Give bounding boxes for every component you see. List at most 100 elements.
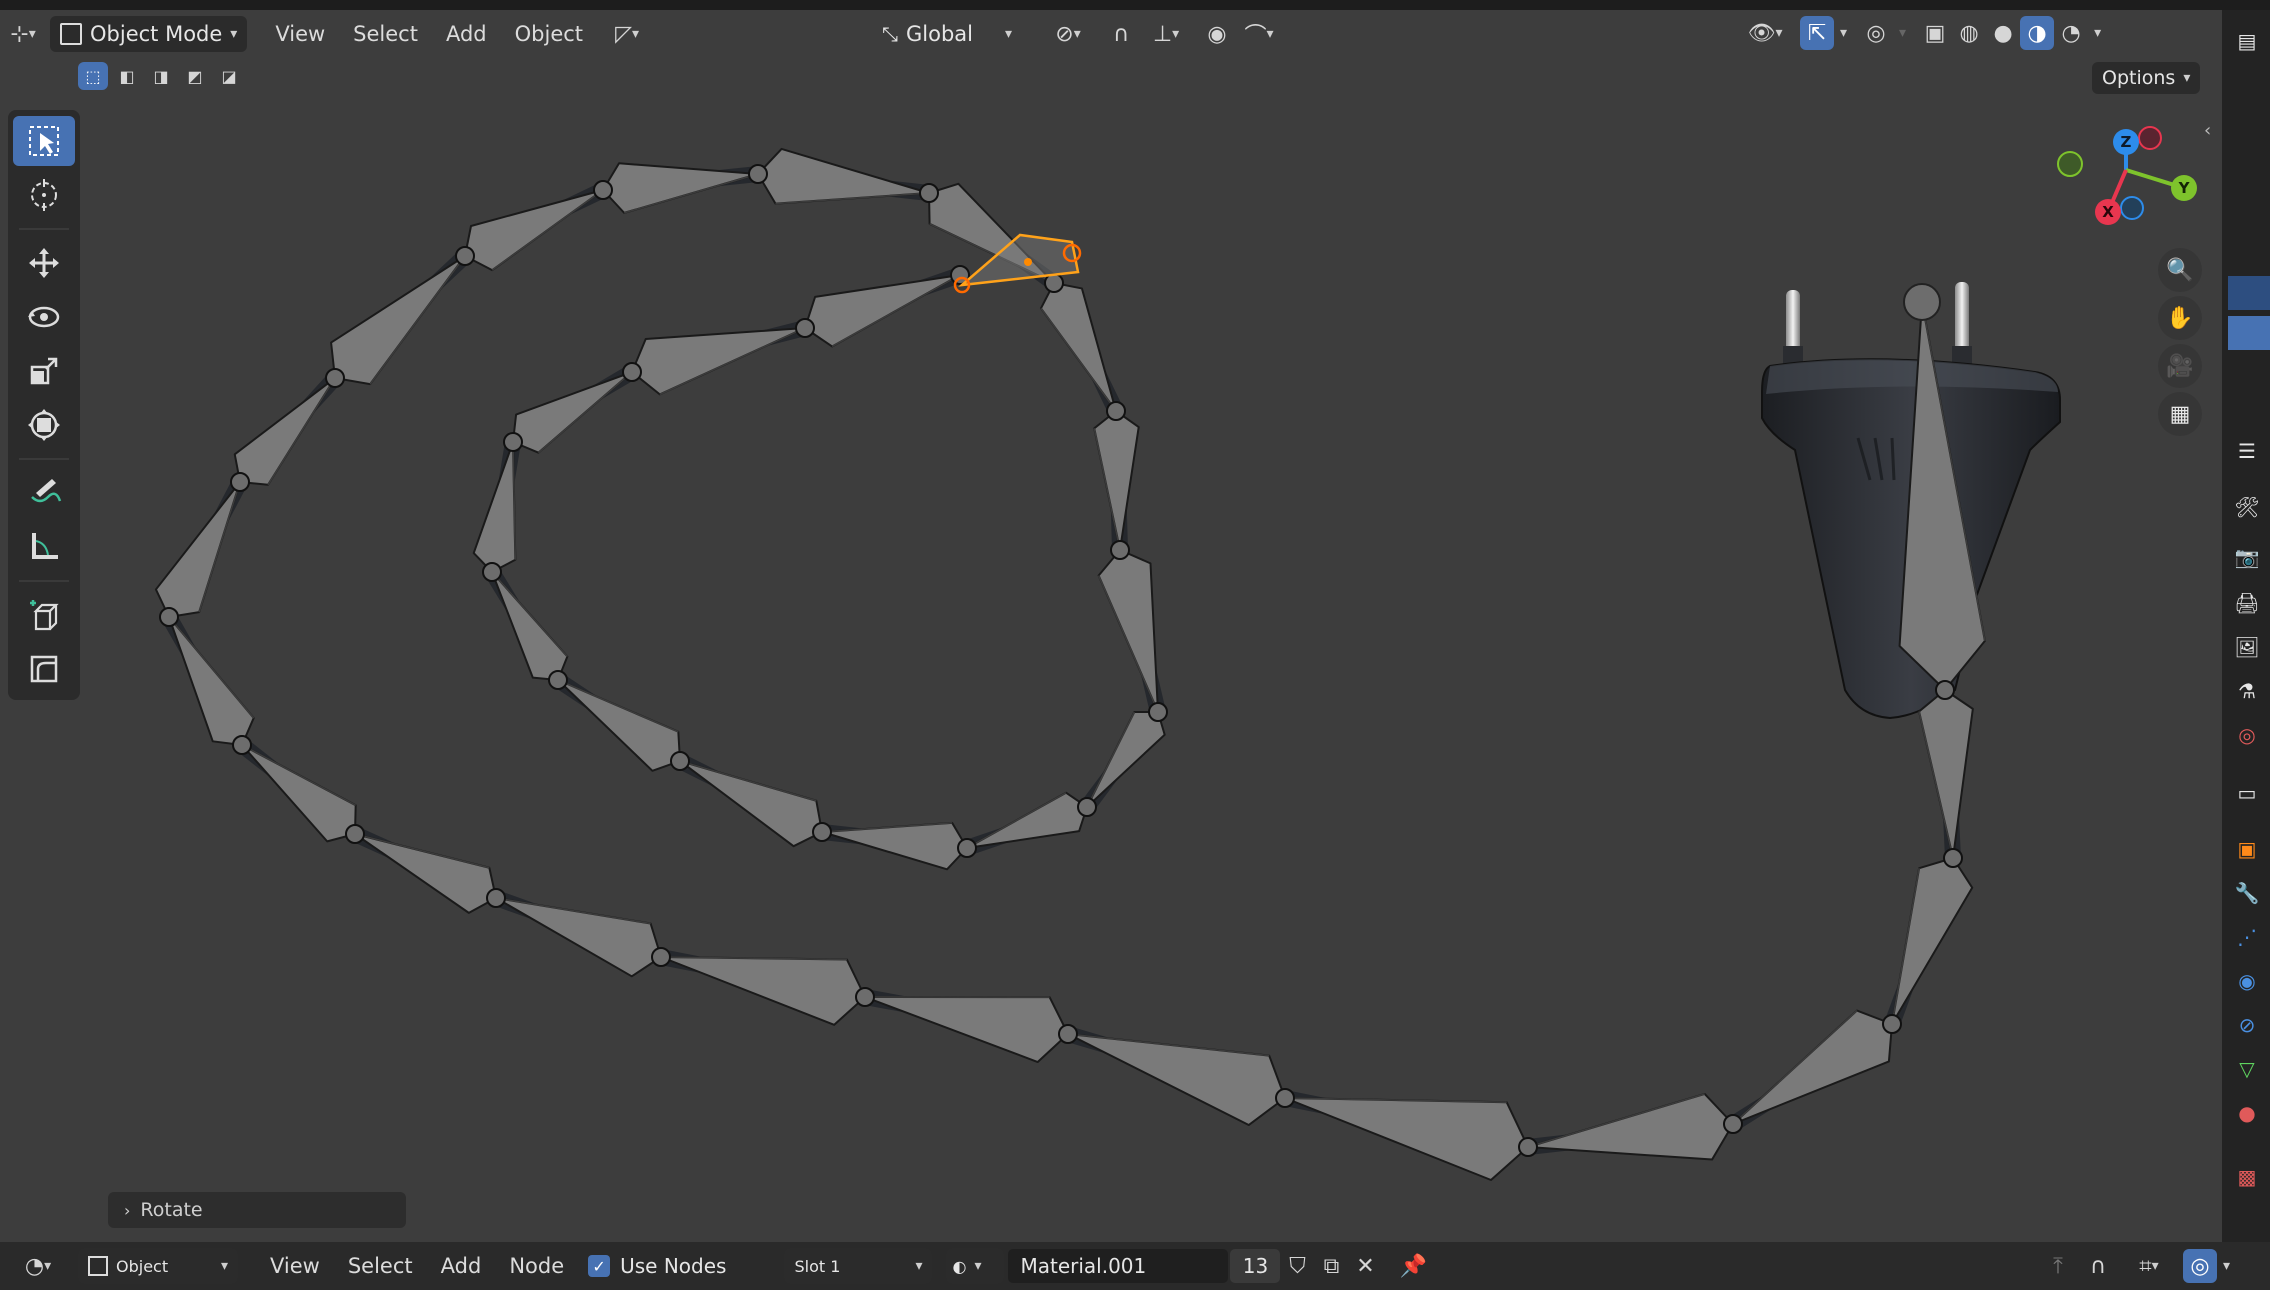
collection-properties-icon[interactable]: ▭ xyxy=(2230,776,2264,810)
bone[interactable] xyxy=(660,956,866,1026)
rotate-tool[interactable] xyxy=(13,292,75,342)
bone[interactable] xyxy=(1039,282,1117,412)
bone[interactable] xyxy=(679,760,823,848)
bone[interactable] xyxy=(804,274,961,348)
overlays-icon[interactable]: ◎ xyxy=(1859,16,1893,50)
select-new-icon[interactable]: ⬚ xyxy=(78,62,108,90)
unlink-close-icon[interactable]: ✕ xyxy=(1348,1249,1382,1283)
menu-view[interactable]: View xyxy=(256,1248,334,1284)
bone-joint[interactable] xyxy=(748,164,768,184)
bone-joint[interactable] xyxy=(622,362,642,382)
bone-joint[interactable] xyxy=(670,751,690,771)
bone-joint[interactable] xyxy=(1044,273,1064,293)
tool-properties-icon[interactable]: 🛠 xyxy=(2230,490,2264,524)
last-operator-panel[interactable]: › Rotate xyxy=(108,1192,406,1228)
camera-view-icon[interactable]: 🎥 xyxy=(2158,344,2202,388)
armature-bones[interactable] xyxy=(154,147,1986,1181)
proportional-editing-icon[interactable]: ◉ xyxy=(1200,17,1234,51)
select-box-tool[interactable] xyxy=(13,116,75,166)
select-subtract-icon[interactable]: ◨ xyxy=(146,62,176,90)
bone[interactable] xyxy=(472,441,517,573)
snap-element-icon[interactable]: ⌗ ▾ xyxy=(2121,1249,2177,1283)
cursor-tool[interactable] xyxy=(13,170,75,220)
bone[interactable] xyxy=(491,571,569,681)
falloff-icon[interactable]: ⌒ ▾ xyxy=(1234,17,1284,51)
move-tool[interactable] xyxy=(13,238,75,288)
menu-object[interactable]: Object xyxy=(501,16,597,52)
bone-joint[interactable] xyxy=(1077,797,1097,817)
snap-icon[interactable]: ∩ xyxy=(1104,17,1138,51)
bone-joint[interactable] xyxy=(855,987,875,1007)
modifier-properties-icon[interactable]: 🔧 xyxy=(2230,876,2264,910)
bone-joint[interactable] xyxy=(1110,540,1130,560)
chevron-down-icon[interactable]: ▾ xyxy=(1899,25,1906,41)
snap-icon[interactable]: ∩ xyxy=(2081,1249,2115,1283)
constraints-icon[interactable]: ⊘ xyxy=(2230,1008,2264,1042)
gizmos-icon[interactable]: ⇱ xyxy=(1800,16,1834,50)
bone[interactable] xyxy=(966,791,1088,849)
bone-joint[interactable] xyxy=(455,246,475,266)
material-properties-icon[interactable]: ● xyxy=(2230,1096,2264,1130)
duplicate-material-icon[interactable]: ⧉ xyxy=(1314,1249,1348,1283)
bone-joint[interactable] xyxy=(1275,1088,1295,1108)
bone-joint[interactable] xyxy=(795,318,815,338)
bone[interactable] xyxy=(154,481,241,618)
editor-type-icon[interactable]: ◔ ▾ xyxy=(10,1249,66,1283)
bone[interactable] xyxy=(1527,1092,1734,1161)
visibility-icon[interactable]: 👁 ▾ xyxy=(1738,16,1792,50)
checkmark-icon[interactable]: ✓ xyxy=(588,1255,611,1277)
rendered-shading-icon[interactable]: ◔ xyxy=(2054,16,2088,50)
bone[interactable] xyxy=(495,897,662,978)
bone[interactable] xyxy=(512,371,633,454)
shear-tool[interactable] xyxy=(13,644,75,694)
bone-joint[interactable] xyxy=(503,432,523,452)
navigation-gizmo[interactable]: Z Y X xyxy=(2057,126,2197,225)
bone-joint[interactable] xyxy=(919,183,939,203)
view-layer-icon[interactable]: 🖼 xyxy=(2230,630,2264,664)
select-intersect-icon[interactable]: ◪ xyxy=(214,62,244,90)
bone[interactable] xyxy=(1093,410,1140,551)
bone-joint[interactable] xyxy=(159,607,179,627)
bone[interactable] xyxy=(241,744,357,843)
object-data-icon[interactable]: ▽ xyxy=(2230,1052,2264,1086)
bone-joint[interactable] xyxy=(482,562,502,582)
bone-joint[interactable] xyxy=(232,735,252,755)
output-properties-icon[interactable]: 🖨 xyxy=(2230,586,2264,620)
perspective-grid-icon[interactable]: ▦ xyxy=(2158,392,2202,436)
bone-joint[interactable] xyxy=(1148,702,1168,722)
sidebar-toggle-icon[interactable]: ‹ xyxy=(2204,120,2211,141)
bone[interactable] xyxy=(1067,1033,1286,1127)
bone-joint[interactable] xyxy=(1058,1024,1078,1044)
bone-joint[interactable] xyxy=(230,472,250,492)
wireframe-shading-icon[interactable]: ◍ xyxy=(1952,16,1986,50)
use-nodes-toggle[interactable]: ✓ Use Nodes xyxy=(588,1254,726,1278)
object-properties-icon[interactable]: ▣ xyxy=(2230,832,2264,866)
bone[interactable] xyxy=(233,377,336,486)
material-browse-dropdown[interactable]: ◐ ▾ xyxy=(946,1248,1005,1284)
chevron-down-icon[interactable]: ▾ xyxy=(2223,1258,2230,1274)
object-type-dropdown[interactable]: Object ▾ xyxy=(78,1248,238,1284)
annotate-tool[interactable] xyxy=(13,468,75,518)
outliner-filter-icon[interactable]: ☰ xyxy=(2230,434,2264,468)
bone-joint[interactable] xyxy=(1882,1014,1902,1034)
bone-joint[interactable] xyxy=(1106,401,1126,421)
pivot-point-icon[interactable]: ⊘ ▾ xyxy=(1042,17,1094,51)
mode-dropdown[interactable]: Object Mode ▾ xyxy=(50,16,248,52)
editor-type-icon[interactable]: ⊹ ▾ xyxy=(6,17,40,51)
scene-properties-icon[interactable]: ⚗ xyxy=(2230,674,2264,708)
particles-icon[interactable]: ⋰ xyxy=(2230,920,2264,954)
bone-head-joint[interactable] xyxy=(1903,283,1941,321)
bone-joint[interactable] xyxy=(325,368,345,388)
snap-target-icon[interactable]: ⊥ ▾ xyxy=(1138,17,1194,51)
bone[interactable] xyxy=(864,996,1069,1064)
transform-tool[interactable] xyxy=(13,400,75,450)
bone[interactable] xyxy=(631,327,806,396)
menu-select[interactable]: Select xyxy=(334,1248,427,1284)
menu-select[interactable]: Select xyxy=(339,16,432,52)
bone[interactable] xyxy=(1097,549,1159,713)
zoom-icon[interactable]: 🔍 xyxy=(2158,248,2202,292)
menu-node[interactable]: Node xyxy=(495,1248,578,1284)
bone-joint[interactable] xyxy=(1943,848,1963,868)
scale-tool[interactable] xyxy=(13,346,75,396)
pin-icon[interactable]: 📌 xyxy=(1396,1249,1430,1283)
